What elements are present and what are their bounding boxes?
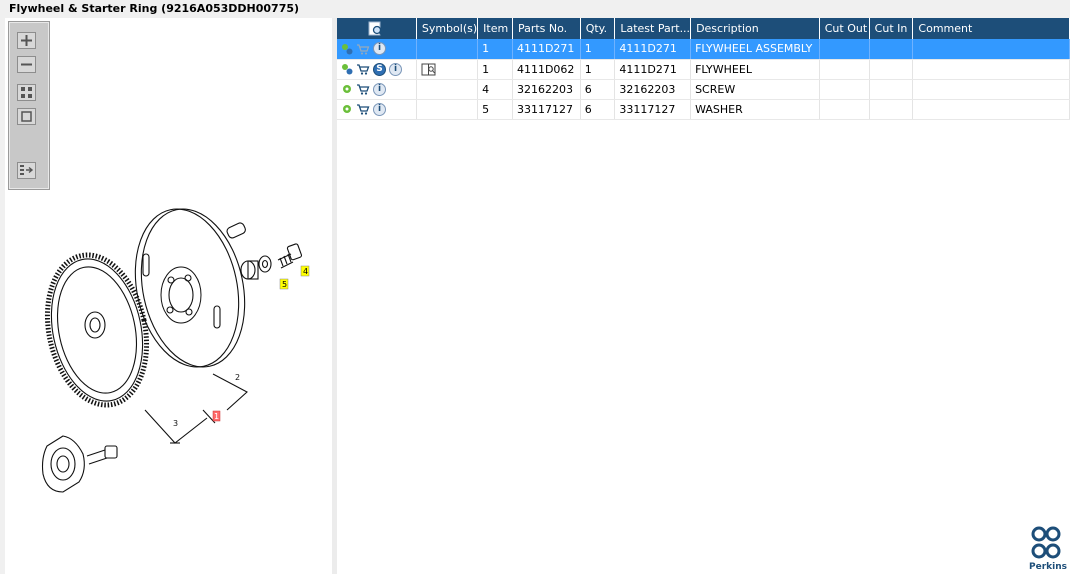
info-icon[interactable]: i xyxy=(373,82,386,96)
cell-item: 5 xyxy=(477,99,513,120)
cell-latest-part: 4111D271 xyxy=(614,39,692,60)
parts-illustration[interactable]: 2 3 5 4 1 xyxy=(5,18,332,574)
cell-comment xyxy=(912,79,1070,100)
cell-symbols xyxy=(416,99,479,120)
cell-item: 1 xyxy=(477,59,513,80)
cart-icon[interactable] xyxy=(356,103,370,115)
cell-qty: 1 xyxy=(580,39,616,60)
cell-cut-in xyxy=(869,39,914,60)
column-header-item[interactable]: Item xyxy=(477,18,513,39)
page-title: Flywheel & Starter Ring (9216A053DDH0077… xyxy=(9,2,300,15)
callout-4: 4 xyxy=(303,267,308,276)
cell-latest-part: 4111D271 xyxy=(614,59,692,80)
info-icon[interactable]: i xyxy=(373,42,386,56)
row-actions: i xyxy=(337,79,417,100)
parts-list-pane: Symbol(s) Item Parts No. Qty. Latest Par… xyxy=(337,18,1070,574)
column-header-cut-in[interactable]: Cut In xyxy=(869,18,914,39)
parts-table: Symbol(s) Item Parts No. Qty. Latest Par… xyxy=(337,18,1070,120)
table-header-row: Symbol(s) Item Parts No. Qty. Latest Par… xyxy=(337,18,1070,39)
cell-parts-no: 4111D062 xyxy=(512,59,581,80)
cell-cut-out xyxy=(819,59,870,80)
search-parts-icon xyxy=(368,21,384,36)
cell-symbols xyxy=(416,59,479,80)
column-header-parts-no[interactable]: Parts No. xyxy=(512,18,581,39)
cell-symbols xyxy=(416,79,479,100)
cell-parts-no: 4111D271 xyxy=(512,39,581,60)
cell-comment xyxy=(912,59,1070,80)
title-bar: Flywheel & Starter Ring (9216A053DDH0077… xyxy=(0,0,1070,18)
cell-item: 1 xyxy=(477,39,513,60)
cell-latest-part: 33117127 xyxy=(614,99,692,120)
column-header-qty[interactable]: Qty. xyxy=(580,18,616,39)
cart-icon-disabled[interactable] xyxy=(356,43,370,55)
callout-1: 1 xyxy=(214,412,219,421)
cell-cut-in xyxy=(869,79,914,100)
brand-name: Perkins xyxy=(1029,562,1067,572)
illustration-pane: 2 3 5 4 1 xyxy=(5,18,332,574)
cell-item: 4 xyxy=(477,79,513,100)
cell-qty: 6 xyxy=(580,99,616,120)
cell-cut-out xyxy=(819,39,870,60)
cell-comment xyxy=(912,99,1070,120)
table-row[interactable]: i 4 32162203 6 32162203 SCREW xyxy=(337,79,1070,100)
cell-cut-out xyxy=(819,99,870,120)
cell-symbols xyxy=(416,39,479,60)
row-actions: i xyxy=(337,99,417,120)
cell-cut-in xyxy=(869,59,914,80)
cell-qty: 1 xyxy=(580,59,616,80)
row-actions: S i xyxy=(337,59,417,80)
info-icon[interactable]: i xyxy=(373,102,386,116)
callout-2[interactable]: 2 xyxy=(235,373,240,382)
cell-parts-no: 32162203 xyxy=(512,79,581,100)
service-s-icon[interactable]: S xyxy=(373,62,386,76)
row-actions: i xyxy=(337,39,417,60)
column-header-symbols[interactable]: Symbol(s) xyxy=(416,18,479,39)
cell-latest-part: 32162203 xyxy=(614,79,692,100)
cell-parts-no: 33117127 xyxy=(512,99,581,120)
cell-qty: 6 xyxy=(580,79,616,100)
cell-comment xyxy=(912,39,1070,60)
column-header-latest-part[interactable]: Latest Part... xyxy=(614,18,692,39)
callout-3[interactable]: 3 xyxy=(173,419,178,428)
cell-cut-in xyxy=(869,99,914,120)
cell-description: SCREW xyxy=(690,79,820,100)
column-header-comment[interactable]: Comment xyxy=(912,18,1070,39)
column-header-actions[interactable] xyxy=(337,18,417,39)
cart-icon[interactable] xyxy=(356,83,370,95)
callout-5: 5 xyxy=(282,280,287,289)
table-row[interactable]: i 1 4111D271 1 4111D271 FLYWHEEL ASSEMBL… xyxy=(337,39,1070,60)
assembly-gears-icon[interactable] xyxy=(341,63,353,75)
column-header-cut-out[interactable]: Cut Out xyxy=(819,18,870,39)
cell-description: FLYWHEEL xyxy=(690,59,820,80)
part-gear-icon[interactable] xyxy=(341,83,353,95)
part-gear-icon[interactable] xyxy=(341,103,353,115)
cart-icon[interactable] xyxy=(356,63,370,75)
table-row[interactable]: S i 1 4111D062 1 4111D271 FLYWHEEL xyxy=(337,59,1070,80)
perkins-logo: Perkins xyxy=(1027,525,1067,573)
reference-book-icon[interactable] xyxy=(421,63,437,76)
cell-description: FLYWHEEL ASSEMBLY xyxy=(690,39,820,60)
column-header-description[interactable]: Description xyxy=(690,18,820,39)
cell-description: WASHER xyxy=(690,99,820,120)
assembly-gears-icon[interactable] xyxy=(341,43,353,55)
cell-cut-out xyxy=(819,79,870,100)
perkins-rings-icon xyxy=(1031,526,1061,559)
table-row[interactable]: i 5 33117127 6 33117127 WASHER xyxy=(337,99,1070,120)
info-icon[interactable]: i xyxy=(389,62,402,76)
